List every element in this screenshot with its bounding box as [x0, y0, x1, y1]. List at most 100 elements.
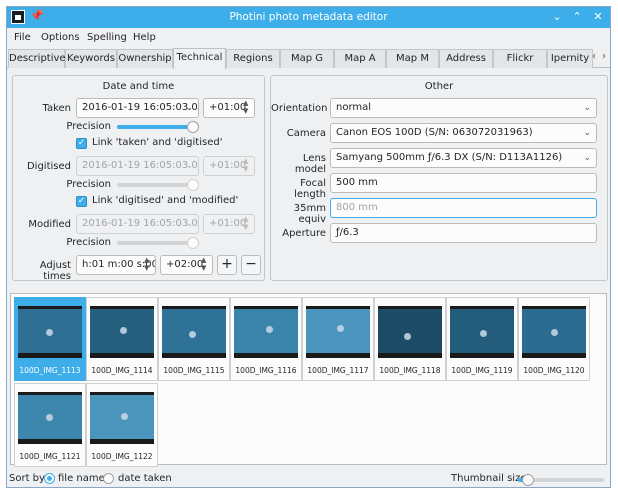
- tab-ipernity[interactable]: Ipernity: [547, 49, 593, 68]
- menu-file[interactable]: File: [14, 32, 31, 43]
- bottom-bar: Sort by file name date taken Thumbnail s…: [7, 468, 610, 487]
- link-digitised-modified-label: Link 'digitised' and 'modified': [92, 195, 239, 206]
- orientation-select[interactable]: normal ⌄: [330, 98, 597, 118]
- thumbnail-item[interactable]: 100D_IMG_1120: [518, 297, 590, 381]
- thumbnail-item[interactable]: 100D_IMG_1117: [302, 297, 374, 381]
- moon-icon: [189, 331, 196, 338]
- thumbnail-filename: 100D_IMG_1121: [19, 452, 81, 461]
- thumbnail-filename: 100D_IMG_1119: [451, 366, 513, 375]
- equiv-35mm-field[interactable]: 800 mm: [330, 198, 597, 218]
- tab-descriptive[interactable]: Descriptive: [8, 49, 66, 68]
- other-group: Other Orientation normal ⌄ Camera Canon E…: [270, 75, 608, 281]
- subtract-offset-button[interactable]: −: [241, 255, 261, 275]
- tab-keywords[interactable]: Keywords: [65, 49, 117, 68]
- thumbnail-filename: 100D_IMG_1116: [235, 366, 297, 375]
- tab-regions[interactable]: Regions: [226, 49, 280, 68]
- thumbnail-image: [306, 306, 370, 358]
- thumbnail-image: [522, 306, 586, 358]
- digitised-precision-handle: [187, 179, 199, 191]
- menu-options[interactable]: Options: [41, 32, 80, 43]
- taken-datetime-field[interactable]: 2016-01-19 16:05:03.000 ⌄: [76, 98, 199, 118]
- window-title: Photini photo metadata editor: [229, 11, 388, 23]
- taken-precision-handle[interactable]: [187, 121, 199, 133]
- spin-arrows-icon[interactable]: ▲ ▼: [201, 256, 209, 272]
- thumbnail-item[interactable]: 100D_IMG_1122: [86, 383, 158, 467]
- aperture-field[interactable]: ƒ/6.3: [330, 223, 597, 243]
- tab-flickr[interactable]: Flickr: [493, 49, 547, 68]
- add-offset-button[interactable]: +: [217, 255, 237, 275]
- menu-help[interactable]: Help: [133, 32, 156, 43]
- spin-arrows-icon: ▲ ▼: [243, 157, 249, 173]
- sort-date-taken-radio[interactable]: [103, 473, 114, 484]
- moon-icon: [46, 329, 53, 336]
- equiv-35mm-label: 35mm equiv: [293, 203, 326, 225]
- chevron-down-icon[interactable]: ⌄: [583, 149, 591, 167]
- modified-precision-label: Precision: [66, 237, 111, 248]
- thumbnail-image: [90, 392, 154, 444]
- sort-file-name-label[interactable]: file name: [58, 473, 105, 484]
- tab-ownership[interactable]: Ownership: [117, 49, 173, 68]
- adjust-times-label: Adjust times: [39, 260, 71, 282]
- digitised-datetime-field: 2016-01-19 16:05:03.000 ⌄: [76, 156, 199, 176]
- thumbnail-filename: 100D_IMG_1115: [163, 366, 225, 375]
- lens-model-select[interactable]: Samyang 500mm ƒ/6.3 DX (S/N: D113A1126) ⌄: [330, 148, 597, 168]
- tab-technical[interactable]: Technical: [173, 48, 226, 69]
- sort-date-taken-label[interactable]: date taken: [118, 473, 172, 484]
- taken-precision-slider[interactable]: [117, 125, 195, 129]
- orientation-label: Orientation: [271, 103, 328, 114]
- taken-timezone-field[interactable]: +01:00 ▲ ▼: [203, 98, 255, 118]
- moon-icon: [551, 329, 558, 336]
- thumbnail-item[interactable]: 100D_IMG_1119: [446, 297, 518, 381]
- minimize-icon[interactable]: ⌄: [549, 9, 565, 25]
- thumbnail-filename: 100D_IMG_1120: [523, 366, 585, 375]
- thumbnail-item[interactable]: 100D_IMG_1115: [158, 297, 230, 381]
- thumbnail-item[interactable]: 100D_IMG_1113: [14, 297, 86, 381]
- thumbnail-filename: 100D_IMG_1122: [91, 452, 153, 461]
- other-title: Other: [424, 81, 454, 92]
- thumbnail-size-label: Thumbnail size: [451, 473, 527, 484]
- tab-address[interactable]: Address: [439, 49, 493, 68]
- close-icon[interactable]: ✕: [590, 9, 606, 25]
- adjust-offset-field[interactable]: h:01 m:00 s:00 ▲ ▼: [76, 255, 156, 275]
- thumbnail-image: [18, 392, 82, 444]
- menu-bar: File Options Spelling Help: [7, 28, 610, 48]
- modified-precision-handle: [187, 237, 199, 249]
- focal-length-field[interactable]: 500 mm: [330, 173, 597, 193]
- thumbnail-item[interactable]: 100D_IMG_1118: [374, 297, 446, 381]
- modified-label: Modified: [28, 219, 71, 230]
- chevron-down-icon: ⌄: [185, 161, 193, 171]
- tab-scroll-right-icon[interactable]: ›: [602, 51, 606, 62]
- spin-arrows-icon[interactable]: ▲ ▼: [144, 256, 152, 272]
- moon-icon: [121, 413, 128, 420]
- tab-scroll-left-icon[interactable]: ‹: [592, 51, 596, 62]
- thumbnail-item[interactable]: 100D_IMG_1116: [230, 297, 302, 381]
- thumbnail-item[interactable]: 100D_IMG_1121: [14, 383, 86, 467]
- moon-icon: [480, 330, 487, 337]
- camera-select[interactable]: Canon EOS 100D (S/N: 063072031963) ⌄: [330, 123, 597, 143]
- title-bar: 📌 Photini photo metadata editor ⌄ ⌃ ✕: [7, 7, 610, 28]
- moon-icon: [404, 333, 411, 340]
- tab-map-m[interactable]: Map M: [386, 49, 439, 68]
- maximize-icon[interactable]: ⌃: [569, 9, 585, 25]
- thumbnail-size-handle[interactable]: [522, 474, 534, 486]
- moon-icon: [46, 414, 53, 421]
- chevron-down-icon[interactable]: ⌄: [583, 124, 591, 142]
- tab-map-g[interactable]: Map G: [280, 49, 334, 68]
- focal-length-label: Focal length: [294, 178, 326, 200]
- digitised-precision-label: Precision: [66, 179, 111, 190]
- chevron-down-icon[interactable]: ⌄: [185, 99, 193, 117]
- thumbnail-item[interactable]: 100D_IMG_1114: [86, 297, 158, 381]
- tab-map-a[interactable]: Map A: [334, 49, 386, 68]
- thumbnail-grid[interactable]: 100D_IMG_1113 100D_IMG_1114 100D_IMG_1115 1…: [10, 293, 607, 467]
- chevron-down-icon[interactable]: ⌄: [583, 99, 591, 117]
- camera-label: Camera: [286, 128, 326, 139]
- link-taken-digitised-label: Link 'taken' and 'digitised': [92, 137, 223, 148]
- digitised-timezone-field: +01:00 ▲ ▼: [203, 156, 255, 176]
- link-digitised-modified-checkbox[interactable]: ✓: [76, 196, 87, 207]
- thumbnail-image: [450, 306, 514, 358]
- menu-spelling[interactable]: Spelling: [87, 32, 127, 43]
- link-taken-digitised-checkbox[interactable]: ✓: [76, 138, 87, 149]
- adjust-timezone-field[interactable]: +02:00 ▲ ▼: [160, 255, 213, 275]
- sort-file-name-radio[interactable]: [44, 473, 55, 484]
- spin-arrows-icon[interactable]: ▲ ▼: [243, 99, 251, 115]
